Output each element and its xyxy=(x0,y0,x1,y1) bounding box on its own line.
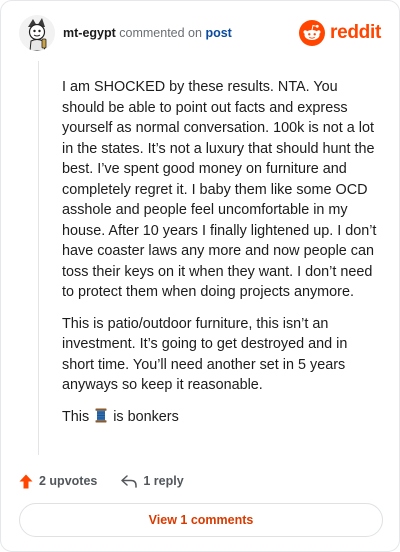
comment-actions: 2 upvotes 1 reply xyxy=(19,471,208,491)
reply-arrow-icon xyxy=(121,474,138,488)
comment-paragraph: I am SHOCKED by these results. NTA. You … xyxy=(62,79,377,300)
reddit-logo[interactable]: reddit xyxy=(299,20,381,46)
spool-of-thread-emoji xyxy=(95,408,107,422)
comment-paragraph-last: This is bonkers xyxy=(62,407,380,428)
upvote-arrow-icon xyxy=(19,474,33,488)
avatar[interactable] xyxy=(19,15,55,51)
reply-button[interactable]: 1 reply xyxy=(121,474,184,488)
comment-card: mt-egypt commented on post reddit I am S… xyxy=(0,0,400,552)
post-link[interactable]: post xyxy=(205,26,231,40)
upvote-button[interactable]: 2 upvotes xyxy=(19,474,97,489)
avatar-illustration-icon xyxy=(19,15,55,51)
comment-meta: mt-egypt commented on post xyxy=(63,26,232,40)
comment-text: This xyxy=(62,408,90,425)
upvote-count: 2 upvotes xyxy=(39,474,98,488)
thread-line xyxy=(38,61,39,455)
username-link[interactable]: mt-egypt xyxy=(63,26,116,40)
reddit-wordmark: reddit xyxy=(330,22,381,43)
view-comments-button[interactable]: View 1 comments xyxy=(19,503,383,537)
view-comments-label: View 1 comments xyxy=(148,513,254,527)
comment-text: is bonkers xyxy=(113,408,179,425)
comment-paragraph: This is patio/outdoor furniture, this is… xyxy=(62,315,348,394)
reply-count: 1 reply xyxy=(143,474,184,488)
comment-body: I am SHOCKED by these results. NTA. You … xyxy=(62,77,380,438)
commented-on-text: commented on xyxy=(119,26,202,40)
comment-header: mt-egypt commented on post reddit xyxy=(19,15,381,51)
reddit-snoo-icon xyxy=(299,20,326,46)
